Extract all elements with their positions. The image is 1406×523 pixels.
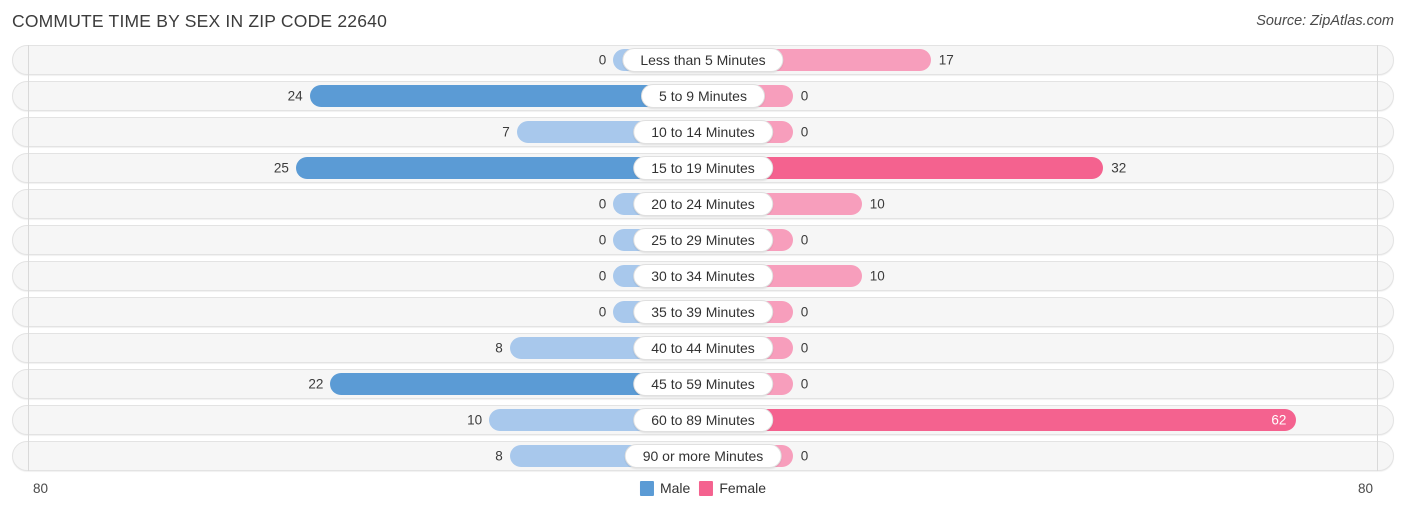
male-half: 0 [13, 229, 703, 251]
category-label: 60 to 89 Minutes [633, 408, 773, 432]
page-title: COMMUTE TIME BY SEX IN ZIP CODE 22640 [12, 11, 388, 31]
female-half: 0 [703, 121, 1393, 143]
table-row[interactable]: 0 10 20 to 24 Minutes [12, 189, 1394, 219]
legend-label-male: Male [659, 480, 691, 496]
male-half: 22 [13, 373, 703, 395]
female-value-label: 0 [800, 304, 809, 320]
category-label: 45 to 59 Minutes [633, 372, 773, 396]
female-value-label: 0 [800, 124, 809, 140]
male-value-label: 0 [598, 304, 607, 320]
female-value-label: 0 [800, 340, 809, 356]
male-value-label: 7 [502, 124, 510, 140]
chart-legend: Male Female [639, 480, 766, 496]
table-row[interactable]: 10 62 60 to 89 Minutes [12, 405, 1394, 435]
female-half: 17 [703, 49, 1393, 71]
female-value-label: 10 [869, 268, 885, 284]
legend-swatch-female-icon [699, 480, 714, 496]
male-value-label: 8 [495, 448, 503, 464]
category-label: 40 to 44 Minutes [633, 336, 773, 360]
category-label: 35 to 39 Minutes [633, 300, 773, 324]
legend-swatch-male-icon [639, 480, 654, 496]
female-half: 0 [703, 229, 1393, 251]
category-label: Less than 5 Minutes [622, 48, 784, 72]
female-half: 62 [703, 409, 1393, 431]
female-value-label: 17 [938, 52, 954, 68]
female-value-label: 0 [800, 448, 809, 464]
male-value-label: 0 [598, 232, 607, 248]
table-row[interactable]: 7 0 10 to 14 Minutes [12, 117, 1394, 147]
male-half: 0 [13, 301, 703, 323]
table-row[interactable]: 0 10 30 to 34 Minutes [12, 261, 1394, 291]
axis-line-right [1377, 45, 1378, 471]
male-value-label: 0 [598, 196, 607, 212]
male-half: 10 [13, 409, 703, 431]
category-label: 20 to 24 Minutes [633, 192, 773, 216]
bar-rows: 0 17 Less than 5 Minutes 24 0 5 to 9 Minutes 7… [12, 45, 1394, 471]
male-half: 8 [13, 445, 703, 467]
female-half: 0 [703, 445, 1393, 467]
table-row[interactable]: 0 17 Less than 5 Minutes [12, 45, 1394, 75]
female-value-label: 62 [1271, 412, 1287, 428]
female-value-label: 0 [800, 88, 809, 104]
male-half: 25 [13, 157, 703, 179]
male-half: 7 [13, 121, 703, 143]
male-value-label: 8 [495, 340, 503, 356]
axis-label-right: 80 [1357, 481, 1373, 496]
table-row[interactable]: 8 0 90 or more Minutes [12, 441, 1394, 471]
table-row[interactable]: 25 32 15 to 19 Minutes [12, 153, 1394, 183]
category-label: 25 to 29 Minutes [633, 228, 773, 252]
category-label: 10 to 14 Minutes [633, 120, 773, 144]
male-value-label: 0 [598, 268, 607, 284]
chart-plot-area: 0 17 Less than 5 Minutes 24 0 5 to 9 Minutes 7… [12, 45, 1394, 477]
female-half: 0 [703, 85, 1393, 107]
category-label: 5 to 9 Minutes [641, 84, 765, 108]
table-row[interactable]: 0 0 35 to 39 Minutes [12, 297, 1394, 327]
legend-item-female[interactable]: Female [699, 480, 766, 496]
table-row[interactable]: 0 0 25 to 29 Minutes [12, 225, 1394, 255]
male-value-label: 24 [287, 88, 303, 104]
female-half: 10 [703, 193, 1393, 215]
chart-footer: 80 80 Male Female [12, 477, 1394, 517]
female-bar[interactable]: 62 [703, 409, 1297, 431]
male-half: 24 [13, 85, 703, 107]
table-row[interactable]: 24 0 5 to 9 Minutes [12, 81, 1394, 111]
category-label: 15 to 19 Minutes [633, 156, 773, 180]
male-value-label: 10 [467, 412, 483, 428]
male-value-label: 25 [273, 160, 289, 176]
source-attribution: Source: ZipAtlas.com [1256, 13, 1394, 29]
axis-line-left [28, 45, 29, 471]
female-value-label: 0 [800, 376, 809, 392]
axis-label-left: 80 [33, 481, 49, 496]
male-value-label: 22 [308, 376, 324, 392]
female-half: 0 [703, 337, 1393, 359]
female-half: 32 [703, 157, 1393, 179]
female-value-label: 0 [800, 232, 809, 248]
category-label: 90 or more Minutes [624, 444, 782, 468]
female-half: 0 [703, 373, 1393, 395]
male-half: 0 [13, 193, 703, 215]
male-half: 0 [13, 49, 703, 71]
female-half: 10 [703, 265, 1393, 287]
table-row[interactable]: 22 0 45 to 59 Minutes [12, 369, 1394, 399]
female-value-label: 10 [869, 196, 885, 212]
male-half: 8 [13, 337, 703, 359]
male-value-label: 0 [598, 52, 607, 68]
table-row[interactable]: 8 0 40 to 44 Minutes [12, 333, 1394, 363]
category-label: 30 to 34 Minutes [633, 264, 773, 288]
legend-label-female: Female [719, 480, 767, 496]
female-half: 0 [703, 301, 1393, 323]
legend-item-male[interactable]: Male [639, 480, 691, 496]
male-half: 0 [13, 265, 703, 287]
chart-header: COMMUTE TIME BY SEX IN ZIP CODE 22640 So… [0, 0, 1406, 45]
female-value-label: 32 [1111, 160, 1127, 176]
